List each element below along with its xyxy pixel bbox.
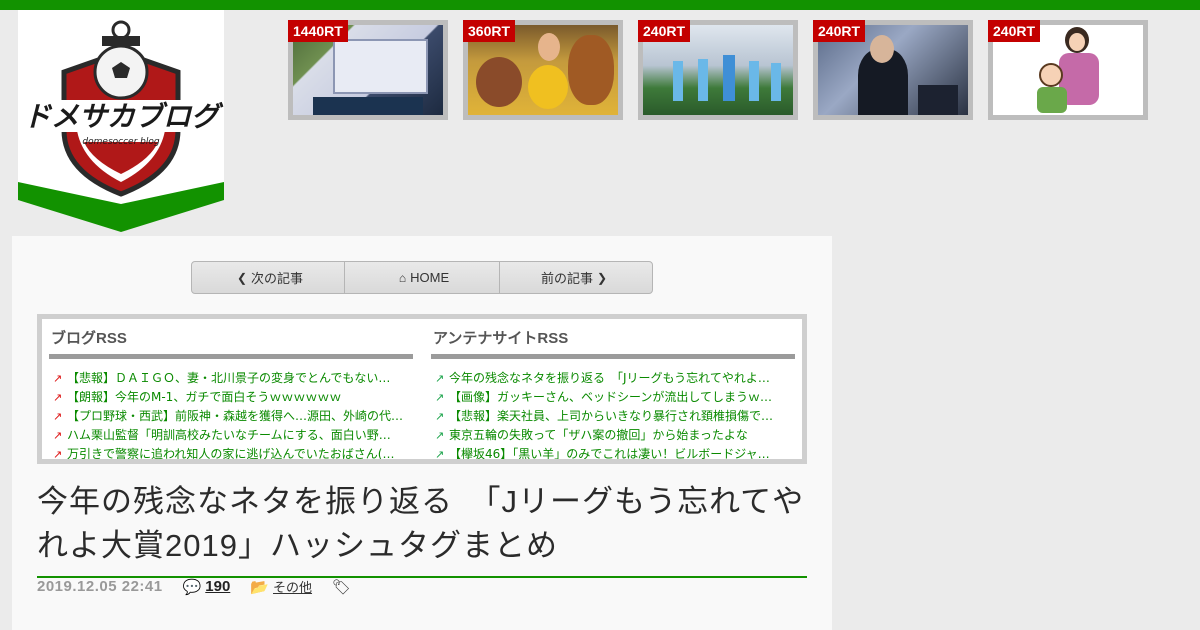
external-link-icon: ↗ xyxy=(435,372,445,385)
rss-item-text: 【画像】ガッキーさん、ベッドシーンが流出してしまうｗ… xyxy=(449,390,773,404)
rss-item-text: 【プロ野球・西武】前阪神・森越を獲得へ…源田、外崎の代… xyxy=(67,409,404,423)
external-link-icon: ↗ xyxy=(435,448,445,461)
rss-list-item[interactable]: ↗ ハム栗山監督「明訓高校みたいなチームにする、面白い野… xyxy=(49,426,413,445)
rss-item-text: ハム栗山監督「明訓高校みたいなチームにする、面白い野… xyxy=(67,428,391,442)
prev-article-button[interactable]: 前の記事 ❯ xyxy=(500,262,652,293)
rss-item-text: 万引きで警察に追われ知人の家に逃げ込んでいたおばさん(… xyxy=(67,447,395,461)
rss-list-item[interactable]: ↗ 【画像】ガッキーさん、ベッドシーンが流出してしまうｗ… xyxy=(431,388,795,407)
rss-list-item[interactable]: ↗ 【悲報】楽天社員、上司からいきなり暴行され頚椎損傷で… xyxy=(431,407,795,426)
rss-item-text: 【朗報】今年のM-1、ガチで面白そうｗｗｗｗｗｗ xyxy=(67,390,342,404)
chevron-left-icon: ❮ xyxy=(236,270,248,285)
rt-badge: 1440RT xyxy=(288,20,348,42)
antenna-rss-heading: アンテナサイトRSS xyxy=(431,319,795,359)
home-icon: ⌂ xyxy=(398,270,407,285)
popular-post-thumb-4[interactable]: 240RT xyxy=(813,20,973,120)
rt-badge: 240RT xyxy=(638,20,691,42)
blog-rss-column: ブログRSS ↗ 【悲報】ＤＡＩＧＯ、妻・北川景子の変身でとんでもない… ↗ 【朗報】… xyxy=(49,319,413,461)
external-link-icon: ↗ xyxy=(435,410,445,423)
page-title: 今年の残念なネタを振り返る 「Jリーグもう忘れてやれよ大賞2019」ハッシュタグ… xyxy=(37,480,807,578)
home-button[interactable]: ⌂ HOME xyxy=(345,262,500,293)
post-meta: 2019.12.05 22:41 💬 190 📂 その他 🏷 xyxy=(37,577,351,596)
external-link-icon: ↗ xyxy=(53,372,63,385)
rss-item-text: 【悲報】ＤＡＩＧＯ、妻・北川景子の変身でとんでもない… xyxy=(67,371,391,385)
external-link-icon: ↗ xyxy=(53,429,63,442)
folder-open-icon: 📂 xyxy=(250,578,270,596)
rss-item-text: 【悲報】楽天社員、上司からいきなり暴行され頚椎損傷で… xyxy=(449,409,774,423)
rt-badge: 240RT xyxy=(813,20,866,42)
external-link-icon: ↗ xyxy=(435,429,445,442)
chevron-right-icon: ❯ xyxy=(596,270,608,285)
external-link-icon: ↗ xyxy=(435,391,445,404)
rt-badge: 240RT xyxy=(988,20,1041,42)
popular-post-thumb-3[interactable]: 240RT xyxy=(638,20,798,120)
rss-list-item[interactable]: ↗ 【悲報】ＤＡＩＧＯ、妻・北川景子の変身でとんでもない… xyxy=(49,369,413,388)
category-link[interactable]: その他 xyxy=(273,577,312,596)
popular-post-thumb-1[interactable]: 1440RT xyxy=(288,20,448,120)
logo-sub-text: domesoccer blog xyxy=(82,137,159,147)
post-date: 2019.12.05 22:41 xyxy=(37,578,163,595)
tags-icon: 🏷 xyxy=(332,578,352,596)
rss-list-item[interactable]: ↗ 今年の残念なネタを振り返る 「Jリーグもう忘れてやれよ… xyxy=(431,369,795,388)
rss-item-text: 東京五輪の失敗って「ザハ案の撤回」から始まったよな xyxy=(449,428,748,442)
popular-post-thumb-2[interactable]: 360RT xyxy=(463,20,623,120)
comment-icon: 💬 xyxy=(182,578,202,596)
antenna-rss-column: アンテナサイトRSS ↗ 今年の残念なネタを振り返る 「Jリーグもう忘れてやれよ…… xyxy=(431,319,795,461)
rss-list-item[interactable]: ↗ 【朗報】今年のM-1、ガチで面白そうｗｗｗｗｗｗ xyxy=(49,388,413,407)
article-nav: ❮ 次の記事 ⌂ HOME 前の記事 ❯ xyxy=(191,261,653,294)
site-logo[interactable]: ドメサカブログ domesoccer blog xyxy=(18,10,224,234)
external-link-icon: ↗ xyxy=(53,410,63,423)
rss-item-text: 【欅坂46】「黒い羊」のみでこれは凄い！ビルボードジャ… xyxy=(449,447,770,461)
comment-count-link[interactable]: 190 xyxy=(205,578,230,595)
logo-main-text: ドメサカブログ xyxy=(23,100,224,133)
rss-list-item[interactable]: ↗ 東京五輪の失敗って「ザハ案の撤回」から始まったよな xyxy=(431,426,795,445)
rss-list-item[interactable]: ↗ 万引きで警察に追われ知人の家に逃げ込んでいたおばさん(… xyxy=(49,445,413,461)
blog-rss-heading: ブログRSS xyxy=(49,319,413,359)
article-card: ❮ 次の記事 ⌂ HOME 前の記事 ❯ ブログRSS ↗ 【悲報】ＤＡＩＧＯ、妻… xyxy=(12,236,832,630)
next-article-button[interactable]: ❮ 次の記事 xyxy=(192,262,345,293)
rt-badge: 360RT xyxy=(463,20,516,42)
rss-list-item[interactable]: ↗ 【プロ野球・西武】前阪神・森越を獲得へ…源田、外崎の代… xyxy=(49,407,413,426)
top-accent-bar xyxy=(0,0,1200,10)
rss-item-text: 今年の残念なネタを振り返る 「Jリーグもう忘れてやれよ… xyxy=(449,371,770,385)
rss-list-item[interactable]: ↗ 【欅坂46】「黒い羊」のみでこれは凄い！ビルボードジャ… xyxy=(431,445,795,461)
external-link-icon: ↗ xyxy=(53,448,63,461)
popular-post-thumb-5[interactable]: 240RT xyxy=(988,20,1148,120)
rss-widget: ブログRSS ↗ 【悲報】ＤＡＩＧＯ、妻・北川景子の変身でとんでもない… ↗ 【朗報】… xyxy=(37,314,807,464)
external-link-icon: ↗ xyxy=(53,391,63,404)
